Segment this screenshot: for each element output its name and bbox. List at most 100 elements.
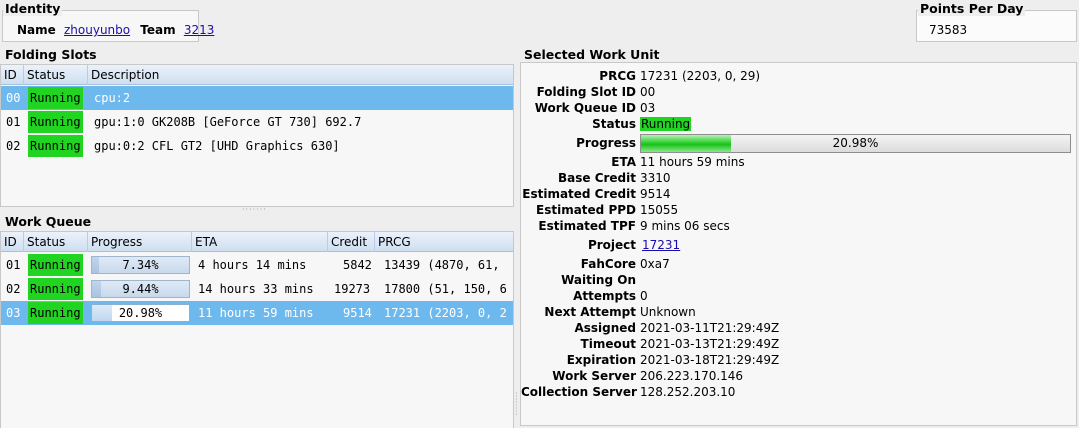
collection-server-label: Collection Server [521, 385, 637, 399]
expiration-label: Expiration [566, 353, 636, 367]
status-label: Status [592, 117, 636, 131]
slots-table: ID Status Description 00 Running cpu:2 0… [0, 64, 514, 207]
slot-row[interactable]: 00 Running cpu:2 [1, 86, 513, 110]
queue-status-cell: Running [24, 253, 88, 277]
name-label: Name [17, 23, 56, 37]
estimated-ppd-label: Estimated PPD [536, 203, 636, 217]
prcg-value: 17231 (2203, 0, 29) [640, 69, 761, 83]
name-link[interactable]: zhouyunbo [64, 23, 130, 37]
status-badge: Running [28, 254, 83, 276]
queue-title: Work Queue [3, 214, 94, 229]
next-attempt-value: Unknown [640, 305, 696, 319]
team-label: Team [140, 23, 176, 37]
wq-id-label: Work Queue ID [534, 101, 636, 115]
project-link[interactable]: 17231 [642, 238, 680, 252]
queue-prcg: 13439 (4870, 61, [384, 258, 500, 272]
waiting-on-label: Waiting On [561, 273, 636, 287]
splitter-grip-vertical[interactable]: · · · · · · · · [515, 390, 519, 419]
queue-row[interactable]: 01 Running 7.34% 4 hours 14 mins 5842 13… [1, 253, 513, 277]
wq-id-value: 03 [640, 101, 656, 115]
queue-col-id[interactable]: ID [1, 232, 24, 252]
queue-credit: 19273 [334, 282, 371, 296]
attempts-label: Attempts [573, 289, 636, 303]
slot-id-label: Folding Slot ID [536, 85, 636, 99]
slots-col-id[interactable]: ID [1, 65, 24, 85]
queue-header: ID Status Progress ETA Credit PRCG [1, 232, 513, 252]
estimated-tpf-label: Estimated TPF [538, 219, 636, 233]
queue-status-cell: Running [24, 277, 88, 301]
queue-status-cell: Running [24, 301, 88, 325]
team-link[interactable]: 3213 [184, 23, 215, 37]
queue-col-status[interactable]: Status [24, 232, 88, 252]
splitter-grip-horizontal[interactable]: ······· [242, 206, 267, 214]
work-unit-details: PRCG 17231 (2203, 0, 29) Folding Slot ID… [520, 62, 1077, 426]
slot-description: gpu:0:2 CFL GT2 [UHD Graphics 630] [94, 139, 340, 153]
collection-server-value: 128.252.203.10 [640, 385, 736, 399]
queue-col-progress[interactable]: Progress [88, 232, 192, 252]
status-badge: Running [28, 111, 83, 133]
fahcore-value: 0xa7 [640, 257, 670, 271]
queue-progress-bar: 9.44% [91, 280, 190, 298]
status-badge: Running [28, 135, 83, 157]
queue-eta: 14 hours 33 mins [198, 282, 314, 296]
status-badge: Running [28, 87, 83, 109]
slot-id: 00 [6, 91, 21, 105]
prcg-label: PRCG [599, 69, 636, 83]
slots-header: ID Status Description [1, 65, 513, 85]
queue-table: ID Status Progress ETA Credit PRCG 01 Ru… [0, 231, 514, 428]
ppd-title: Points Per Day [918, 1, 1026, 16]
eta-value: 11 hours 59 mins [640, 155, 745, 169]
timeout-label: Timeout [580, 337, 636, 351]
identity-title: Identity [3, 1, 63, 16]
queue-prcg: 17231 (2203, 0, 2 [384, 306, 507, 320]
slot-description: cpu:2 [94, 91, 131, 105]
identity-row: Name zhouyunbo Team 3213 [17, 23, 220, 37]
project-value: 17231 [642, 237, 680, 253]
queue-col-credit[interactable]: Credit [328, 232, 375, 252]
queue-eta: 4 hours 14 mins [198, 258, 307, 272]
base-credit-value: 3310 [640, 171, 671, 185]
slot-row[interactable]: 01 Running gpu:1:0 GK208B [GeForce GT 73… [1, 110, 513, 134]
estimated-ppd-value: 15055 [640, 203, 679, 217]
queue-col-prcg[interactable]: PRCG [375, 232, 513, 252]
progress-text: 20.98% [832, 136, 879, 150]
work-unit-progress-bar: 20.98% [640, 134, 1071, 153]
queue-credit: 5842 [343, 258, 372, 272]
slot-id: 02 [6, 139, 21, 153]
timeout-value: 2021-03-13T21:29:49Z [640, 337, 780, 351]
slot-description: gpu:1:0 GK208B [GeForce GT 730] 692.7 [94, 115, 362, 129]
slots-title: Folding Slots [3, 47, 99, 62]
work-server-label: Work Server [552, 369, 636, 383]
queue-credit: 9514 [343, 306, 372, 320]
slots-col-description[interactable]: Description [88, 65, 513, 85]
base-credit-label: Base Credit [557, 171, 636, 185]
queue-progress-bar: 7.34% [91, 256, 190, 274]
slots-col-status[interactable]: Status [24, 65, 88, 85]
queue-row[interactable]: 02 Running 9.44% 14 hours 33 mins 19273 … [1, 277, 513, 301]
queue-progress-bar: 20.98% [91, 304, 190, 322]
progress-label: Progress [576, 136, 636, 150]
queue-id: 01 [6, 258, 21, 272]
queue-eta: 11 hours 59 mins [198, 306, 314, 320]
assigned-label: Assigned [574, 321, 636, 335]
slot-row[interactable]: 02 Running gpu:0:2 CFL GT2 [UHD Graphics… [1, 134, 513, 158]
eta-label: ETA [611, 155, 636, 169]
attempts-value: 0 [640, 289, 648, 303]
queue-prcg: 17800 (51, 150, 6 [384, 282, 507, 296]
status-badge: Running [28, 278, 83, 300]
fahcore-label: FahCore [580, 257, 636, 271]
status-badge: Running [640, 117, 692, 131]
project-label: Project [587, 238, 636, 252]
slot-status-cell: Running [24, 134, 88, 158]
ppd-value: 73583 [929, 23, 968, 37]
estimated-credit-value: 9514 [640, 187, 671, 201]
queue-col-eta[interactable]: ETA [192, 232, 328, 252]
next-attempt-label: Next Attempt [544, 305, 636, 319]
slot-id: 01 [6, 115, 21, 129]
queue-id: 03 [6, 306, 21, 320]
work-server-value: 206.223.170.146 [640, 369, 744, 383]
estimated-tpf-value: 9 mins 06 secs [640, 219, 730, 233]
status-value: Running [640, 116, 692, 132]
queue-row[interactable]: 03 Running 20.98% 11 hours 59 mins 9514 … [1, 301, 513, 325]
expiration-value: 2021-03-18T21:29:49Z [640, 353, 780, 367]
